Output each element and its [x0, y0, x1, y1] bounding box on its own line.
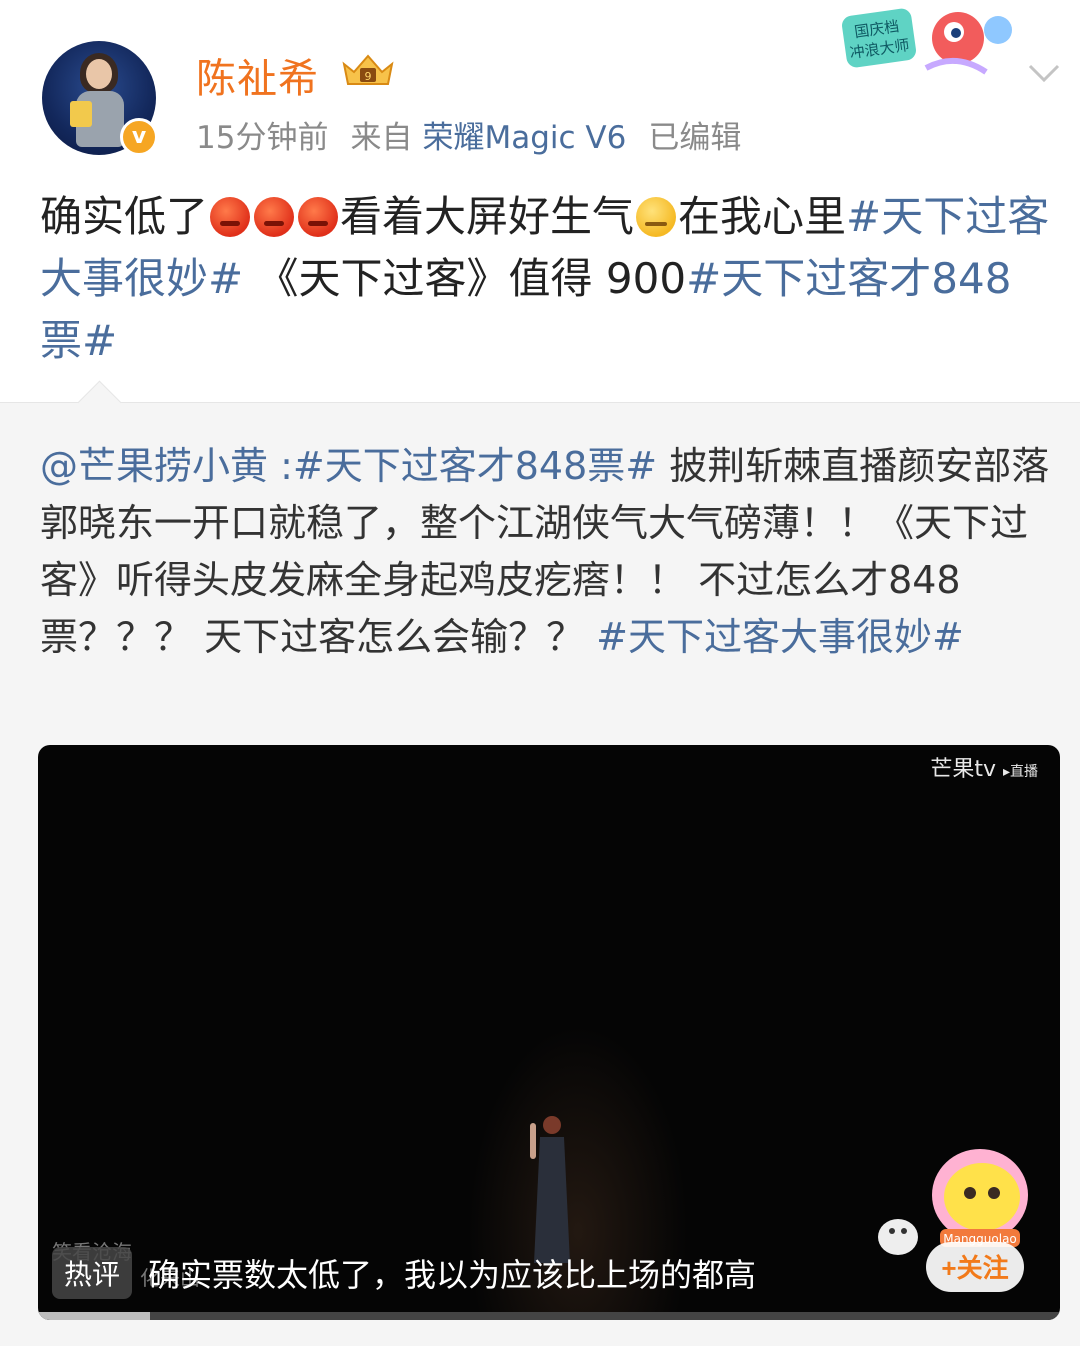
hot-comment-badge: 热评	[52, 1247, 133, 1299]
hot-comment-text: 确实票数太低了，我以为应该比上场的都高	[148, 1256, 757, 1294]
hot-comment: 热评 确实票数太低了，我以为应该比上场的都高	[52, 1245, 756, 1301]
post-text-part-b: 看着大屏好生气	[340, 192, 635, 241]
vip-crown-icon: 9	[342, 54, 394, 85]
post-text-part-a: 确实低了	[40, 192, 209, 241]
event-badge-icon[interactable]: 国庆档 冲浪大师	[836, 2, 1024, 88]
mention-link[interactable]: @芒果捞小黄	[40, 444, 268, 488]
source-link[interactable]: 荣耀Magic V6	[422, 120, 626, 156]
svg-text:9: 9	[365, 70, 372, 83]
post-text: 确实低了 看着大屏好生气 在我心里#天下过客大事很妙# 《天下过客》值得 900#天…	[40, 186, 1050, 372]
follow-button[interactable]: +关注	[926, 1242, 1024, 1292]
post-meta: 15分钟前 来自 荣耀Magic V6 已编辑	[196, 112, 763, 157]
angry-emoji-icon	[254, 197, 295, 237]
video-player[interactable]: 芒果tv ▸直播 笑看沧海化来山 热评 确实票数太低了，我以为应该比上场的都高 …	[38, 745, 1060, 1320]
post-text-part-d: 《天下过客》值得 900	[243, 254, 687, 303]
sleepy-emoji-icon	[636, 197, 677, 237]
angry-emoji-icon	[210, 197, 251, 237]
post-time: 15分钟前	[196, 120, 329, 156]
chevron-down-icon[interactable]	[1024, 58, 1064, 88]
performer-figure	[530, 1116, 570, 1263]
post-header: v 陈祉希 9 15分钟前 来自 荣耀Magic V6 已编辑 国庆档 冲浪大师	[0, 0, 1080, 170]
angry-emoji-icon	[298, 197, 339, 237]
topic-tag[interactable]: #天下过客大事很妙#	[596, 615, 964, 659]
topic-tag[interactable]: #天下过客才848票#	[293, 444, 657, 488]
post-text-part-c: 在我心里	[678, 192, 847, 241]
edited-label[interactable]: 已编辑	[648, 120, 741, 156]
video-progress-fill	[38, 1312, 151, 1320]
repost-text: @芒果捞小黄 :#天下过客才848票# 披荆斩棘直播颜安部落郭晓东一开口就稳了，…	[40, 438, 1060, 666]
channel-watermark: 芒果tv ▸直播	[930, 757, 1038, 782]
mention-colon: :	[268, 444, 293, 488]
source-prefix: 来自	[350, 120, 413, 156]
verified-badge-icon: v	[120, 118, 158, 156]
username[interactable]: 陈祉希	[196, 46, 319, 104]
video-progress-bar[interactable]	[38, 1312, 1060, 1320]
